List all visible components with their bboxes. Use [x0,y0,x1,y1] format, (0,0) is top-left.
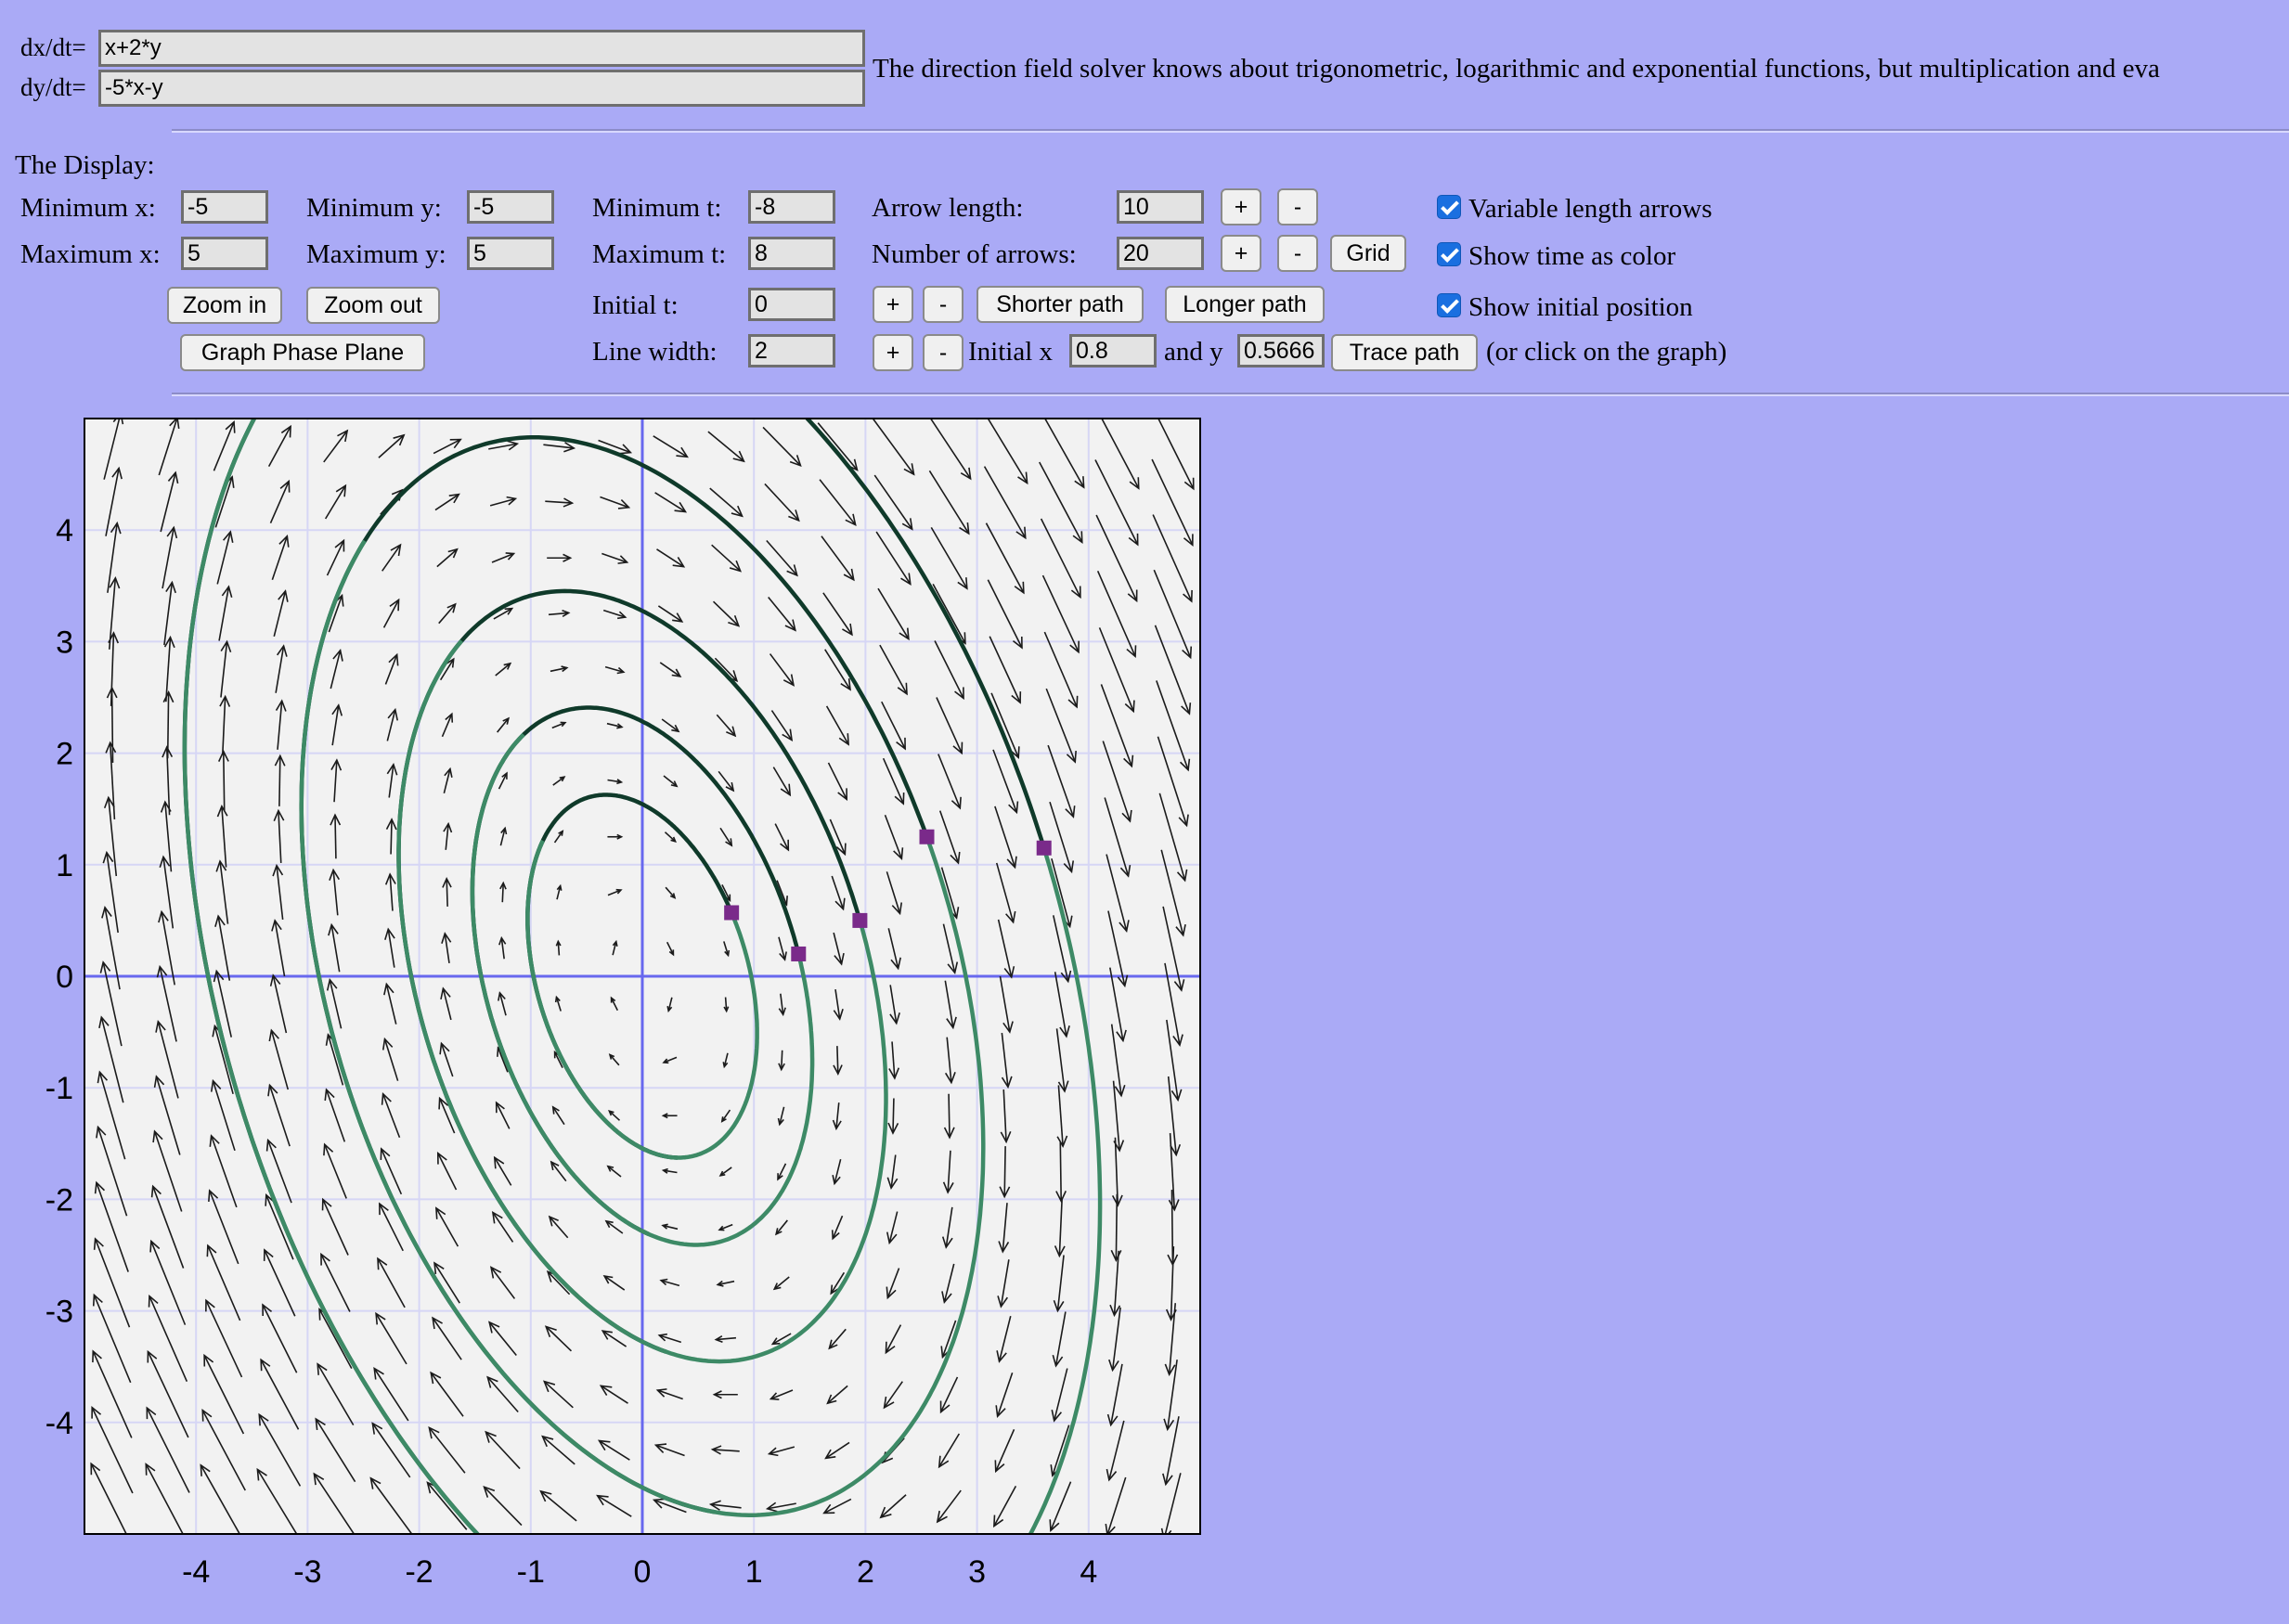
x-tick-label: -4 [182,1554,210,1590]
y-tick-label: -3 [45,1295,73,1330]
x-tick-label: 1 [745,1554,763,1590]
initial-position-marker [919,829,935,844]
field-arrow [948,1093,951,1138]
x-tick-label: -2 [405,1554,433,1590]
x-tick-label: 4 [1080,1554,1097,1590]
y-tick-label: 4 [56,513,73,548]
field-arrow [222,751,226,811]
y-tick-label: 0 [56,960,73,995]
x-tick-label: -3 [293,1554,321,1590]
x-tick-label: 3 [968,1554,986,1590]
x-tick-label: 0 [634,1554,652,1590]
x-tick-label: 2 [857,1554,874,1590]
field-arrow [110,688,114,763]
field-arrow [446,878,448,907]
field-arrow [836,1046,839,1075]
y-tick-label: 3 [56,625,73,660]
y-tick-label: -4 [45,1406,73,1441]
y-tick-label: -1 [45,1071,73,1106]
direction-field-graph[interactable]: -4 -3 -2 -1 0 1 2 3 4 4 3 2 1 0 -1 -2 -3 -4 [0,0,2289,1624]
field-arrow [334,815,337,859]
initial-position-marker [1036,840,1052,856]
initial-position-marker [791,946,807,961]
y-tick-label: 2 [56,737,73,772]
x-tick-label: -1 [517,1554,545,1590]
field-arrow [892,1098,895,1134]
field-arrow [166,691,170,759]
y-tick-label: 1 [56,848,73,883]
field-arrow [278,755,281,806]
field-arrow [1059,1141,1063,1202]
y-tick-label: -2 [45,1182,73,1218]
initial-position-marker [724,905,740,921]
field-arrow [1003,1146,1006,1197]
field-arrow [390,818,393,855]
initial-position-marker [852,912,868,928]
field-arrow [1170,1190,1174,1265]
